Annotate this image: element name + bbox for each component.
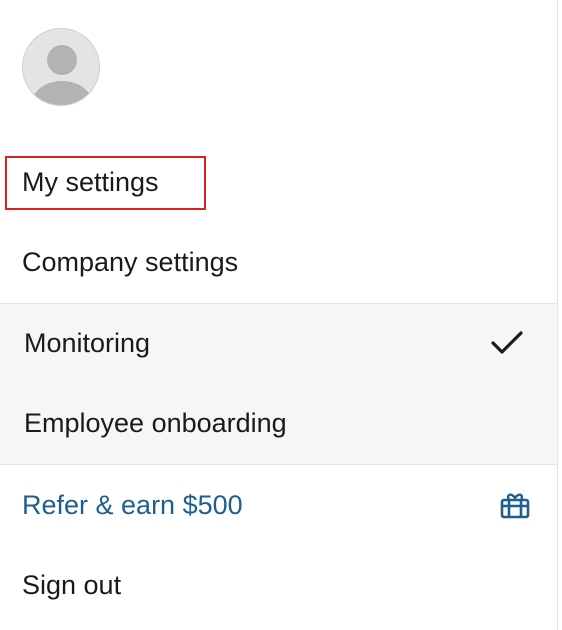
page-edge [558,0,562,630]
menu-item-label: Sign out [22,570,122,600]
menu-item-sign-out[interactable]: Sign out [0,545,557,625]
annotation-highlight-box [5,156,206,210]
menu-item-label: Monitoring [24,328,151,358]
menu-item-company-settings[interactable]: Company settings [0,222,557,302]
menu-item-monitoring[interactable]: Monitoring [0,303,557,383]
menu-item-label: Employee onboarding [24,408,287,438]
menu-item-label: Company settings [22,247,239,277]
menu-item-refer-earn[interactable]: Refer & earn $500 [0,465,557,545]
account-menu: My settings Company settings Monitoring … [0,0,558,630]
check-icon [491,331,523,354]
gift-icon [500,493,530,519]
avatar-placeholder-icon [47,45,77,75]
avatar[interactable] [22,28,100,106]
menu-item-label: Refer & earn $500 [22,490,243,520]
menu-item-employee-onboarding[interactable]: Employee onboarding [0,383,557,463]
